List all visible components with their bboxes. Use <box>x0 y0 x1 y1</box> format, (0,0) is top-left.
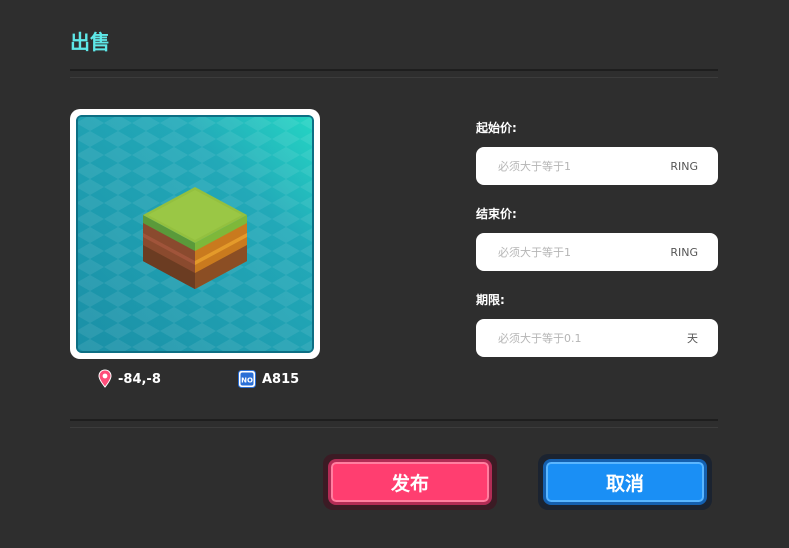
end-price-label: 结束价: <box>476 207 517 221</box>
end-price-unit: RING <box>670 245 698 259</box>
start-price-label: 起始价: <box>476 121 517 135</box>
start-price-unit: RING <box>670 159 698 173</box>
page-title: 出售 <box>70 30 110 54</box>
duration-unit: 天 <box>687 332 698 345</box>
land-number-text: A815 <box>262 371 300 387</box>
coordinates-text: -84,-8 <box>118 371 161 387</box>
divider <box>70 77 718 78</box>
cancel-button-frame: 取消 <box>538 454 712 510</box>
divider <box>70 419 718 421</box>
duration-input[interactable] <box>496 330 687 346</box>
end-price-field[interactable]: RING <box>476 233 718 271</box>
start-price-field[interactable]: RING <box>476 147 718 185</box>
publish-button[interactable]: 发布 <box>328 459 492 505</box>
start-price-input[interactable] <box>496 158 671 174</box>
end-price-input[interactable] <box>496 244 671 260</box>
number-badge-icon: NO <box>238 370 256 388</box>
divider <box>70 69 718 71</box>
coordinates-info: -84,-8 <box>98 368 161 390</box>
duration-label: 期限: <box>476 293 505 307</box>
publish-button-frame: 发布 <box>323 454 497 510</box>
land-preview-card <box>70 109 320 359</box>
land-number-info: NO A815 <box>238 368 299 390</box>
land-preview-image <box>76 115 314 353</box>
divider <box>70 427 718 428</box>
svg-text:NO: NO <box>241 377 253 385</box>
duration-field[interactable]: 天 <box>476 319 718 357</box>
location-pin-icon <box>98 369 112 389</box>
cancel-button[interactable]: 取消 <box>543 459 707 505</box>
land-tile-illustration <box>76 115 314 353</box>
